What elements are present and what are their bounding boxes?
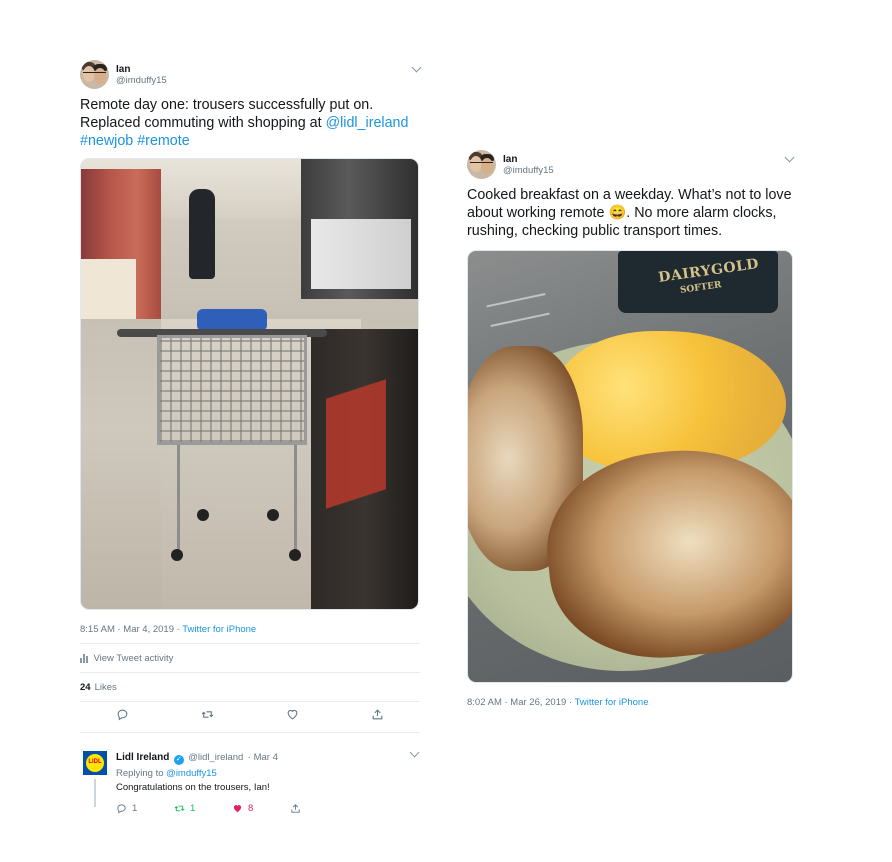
- retweet-icon: [174, 805, 185, 812]
- timestamp[interactable]: 8:02 AM · Mar 26, 2019: [467, 697, 566, 708]
- author-handle[interactable]: @imduffy15: [503, 165, 554, 176]
- reply-icon[interactable]: [116, 708, 129, 726]
- author-name[interactable]: Ian: [503, 154, 517, 165]
- tweet-header: Ian @imduffy15: [80, 60, 422, 92]
- share-icon[interactable]: [371, 708, 384, 726]
- likes-label: Likes: [94, 681, 117, 693]
- tweet-text-segment: . No more alarm clocks,: [626, 205, 777, 221]
- reply-actions: 1 1 8: [116, 803, 426, 814]
- view-tweet-activity[interactable]: View Tweet activity: [80, 644, 420, 672]
- tweet-text-line: Remote day one: trousers successfully pu…: [80, 97, 374, 113]
- reply-author-name[interactable]: Lidl Ireland: [116, 752, 169, 763]
- timestamp[interactable]: 8:15 AM · Mar 4, 2019: [80, 624, 174, 635]
- tweet-source[interactable]: Twitter for iPhone: [575, 697, 649, 708]
- replying-to-handle[interactable]: @imduffy15: [166, 768, 217, 779]
- tweet-meta: 8:15 AM · Mar 4, 2019 · Twitter for iPho…: [80, 624, 420, 635]
- thread-line: [94, 779, 96, 807]
- retweet-count: 1: [190, 803, 196, 814]
- avatar[interactable]: [467, 150, 496, 179]
- tweet-source[interactable]: Twitter for iPhone: [182, 624, 256, 635]
- author-handle[interactable]: @imduffy15: [116, 75, 167, 86]
- reply-header: Lidl Ireland ✓ @lidl_ireland · Mar 4: [116, 747, 426, 765]
- mention-link[interactable]: @lidl_ireland: [326, 115, 409, 131]
- tweet-remote-day-one[interactable]: Ian @imduffy15 Remote day one: trousers …: [80, 60, 422, 733]
- chevron-down-icon[interactable]: [411, 62, 422, 73]
- tweet-photo-store-cart[interactable]: [80, 158, 419, 610]
- chevron-down-icon[interactable]: [784, 152, 795, 163]
- tweet-text: Cooked breakfast on a weekday. What’s no…: [467, 186, 793, 240]
- tweet-meta: 8:02 AM · Mar 26, 2019 · Twitter for iPh…: [467, 697, 793, 708]
- tweet-photo-breakfast[interactable]: DAIRYGOLD SOFTER: [467, 250, 793, 683]
- tweet-text-line: about working remote 😄. No more alarm cl…: [467, 204, 793, 222]
- reply-retweet-button[interactable]: 1: [174, 803, 232, 814]
- meta-separator: ·: [566, 697, 575, 708]
- likes-count[interactable]: 24 Likes: [80, 673, 420, 701]
- tweet-text-line: rushing, checking public transport times…: [467, 223, 723, 239]
- reply-text: Congratulations on the trousers, Ian!: [116, 782, 270, 793]
- divider: [80, 732, 420, 733]
- activity-label: View Tweet activity: [93, 652, 174, 664]
- avatar[interactable]: [80, 60, 109, 89]
- hashtag-links[interactable]: #newjob #remote: [80, 132, 420, 150]
- author-name[interactable]: Ian: [116, 64, 130, 75]
- replying-to-label: Replying to: [116, 768, 164, 779]
- tweet-text-line: Cooked breakfast on a weekday. What’s no…: [467, 187, 792, 203]
- reply-like-button[interactable]: 8: [232, 803, 290, 814]
- like-count: 8: [248, 803, 254, 814]
- reply-count: 1: [132, 803, 138, 814]
- lidl-logo[interactable]: LIDL: [83, 751, 107, 775]
- reply-author-handle[interactable]: @lidl_ireland: [188, 752, 243, 763]
- grinning-emoji: 😄: [608, 205, 627, 221]
- replying-to: Replying to @imduffy15: [116, 768, 426, 779]
- tweet-actions: [80, 702, 420, 732]
- like-icon: [233, 805, 242, 813]
- tweet-text-segment: about working remote: [467, 205, 609, 221]
- share-icon: [291, 804, 300, 813]
- reply-reply-button[interactable]: 1: [116, 803, 174, 814]
- tweet-cooked-breakfast[interactable]: Ian @imduffy15 Cooked breakfast on a wee…: [467, 150, 795, 708]
- reply-body: Lidl Ireland ✓ @lidl_ireland · Mar 4 Rep…: [116, 747, 426, 814]
- tweet-text-line: Replaced commuting with shopping at @lid…: [80, 114, 420, 132]
- logo-text: LIDL: [88, 759, 102, 765]
- activity-icon: [80, 653, 88, 663]
- tweet-text: Remote day one: trousers successfully pu…: [80, 96, 420, 150]
- tub-sub: SOFTER: [679, 280, 723, 296]
- retweet-icon[interactable]: [201, 708, 214, 726]
- likes-number: 24: [80, 681, 91, 693]
- butter-tub: DAIRYGOLD SOFTER: [618, 251, 778, 313]
- like-icon[interactable]: [286, 708, 299, 726]
- reply-share-button[interactable]: [290, 803, 348, 814]
- verified-icon: ✓: [173, 755, 184, 765]
- reply-icon: [117, 804, 126, 814]
- tweet-header: Ian @imduffy15: [467, 150, 795, 182]
- reply-date[interactable]: · Mar 4: [248, 752, 278, 763]
- tweet-text-segment: Replaced commuting with shopping at: [80, 115, 326, 131]
